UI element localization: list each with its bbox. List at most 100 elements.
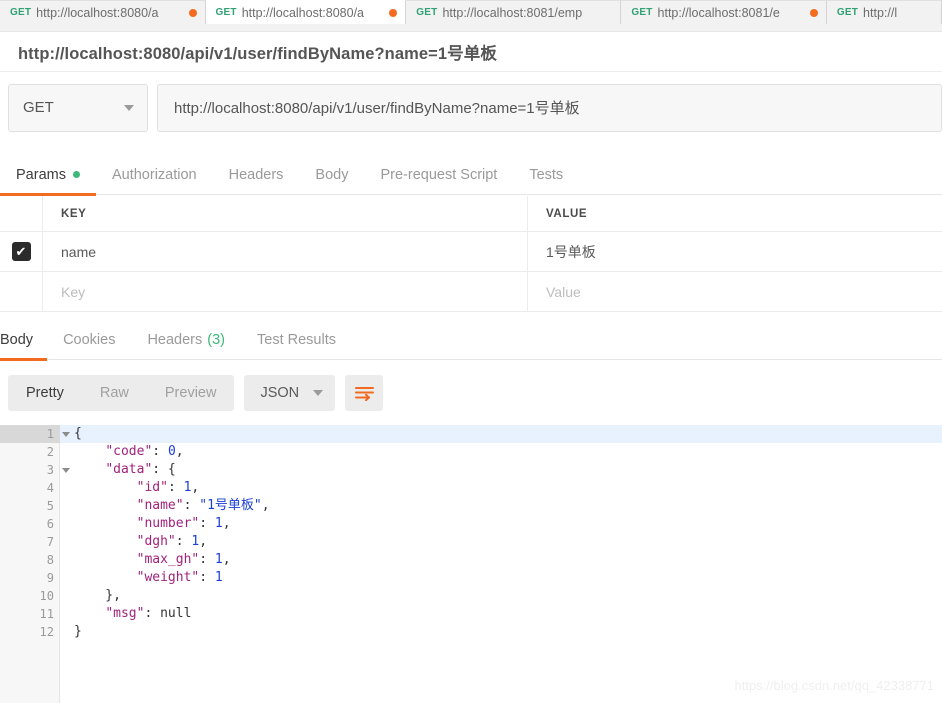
view-mode-pretty[interactable]: Pretty	[8, 375, 82, 411]
code-line-text: },	[60, 587, 121, 605]
code-token: ,	[175, 444, 184, 459]
request-tab-method: GET	[631, 7, 653, 18]
http-method-select[interactable]: GET	[8, 83, 148, 132]
column-header-key: KEY	[43, 196, 528, 231]
response-tab-label: Cookies	[63, 331, 116, 348]
response-tab-test-results[interactable]: Test Results	[241, 320, 352, 360]
code-token: : null	[144, 606, 192, 621]
line-number: 12	[39, 625, 54, 639]
fold-toggle-icon[interactable]	[62, 432, 70, 437]
code-token: "name"	[136, 498, 184, 513]
line-number: 7	[46, 535, 54, 549]
response-format-label: JSON	[260, 385, 300, 401]
code-line: 7 "dgh": 1,	[0, 533, 942, 551]
response-tab-label: Headers	[147, 331, 203, 348]
response-tab-cookies[interactable]: Cookies	[47, 320, 131, 360]
line-number: 3	[0, 461, 70, 479]
watermark: https://blog.csdn.net/qq_42338771	[734, 678, 935, 693]
request-tab-url: http://localhost:8081/emp	[442, 5, 583, 20]
response-tab-headers[interactable]: Headers (3)	[131, 320, 241, 360]
code-line-text: }	[60, 623, 82, 641]
page-title: http://localhost:8080/api/v1/user/findBy…	[18, 44, 497, 63]
tab-label: Body	[315, 166, 349, 183]
line-number: 2	[46, 445, 54, 459]
param-enabled-checkbox[interactable]: ✔	[0, 232, 43, 271]
param-value-input[interactable]: 1号单板	[528, 232, 942, 271]
response-format-select[interactable]: JSON	[244, 375, 336, 411]
code-token: "dgh"	[136, 534, 176, 549]
code-line: 12}	[0, 623, 942, 641]
code-token: "max_gh"	[136, 552, 200, 567]
code-line: 1{	[0, 425, 942, 443]
code-token: }	[74, 624, 82, 639]
code-line: 8 "max_gh": 1,	[0, 551, 942, 569]
response-tab-label: Test Results	[257, 331, 336, 348]
tab-headers[interactable]: Headers	[213, 155, 300, 195]
code-line: 10 },	[0, 587, 942, 605]
request-tab[interactable]: GET http://localhost:8081/emp	[406, 0, 622, 24]
param-value-input[interactable]: Value	[528, 272, 942, 311]
code-token: ,	[222, 552, 231, 567]
param-key-input[interactable]: Key	[43, 272, 528, 311]
request-tab-method: GET	[10, 7, 32, 18]
request-tab[interactable]: GET http://localhost:8080/a	[205, 0, 407, 24]
code-token: ,	[222, 516, 231, 531]
url-input[interactable]: http://localhost:8080/api/v1/user/findBy…	[157, 83, 942, 132]
code-line: 4 "id": 1,	[0, 479, 942, 497]
unsaved-changes-dot-icon	[809, 8, 818, 17]
code-token: "code"	[105, 444, 153, 459]
request-tab[interactable]: GET http://localhost:8080/a	[0, 0, 206, 24]
query-params-table: KEY VALUE ✔ name 1号单板 Key Value	[0, 196, 942, 312]
tab-pre-request-script[interactable]: Pre-request Script	[364, 155, 513, 195]
code-token: 0	[167, 444, 176, 459]
code-token: "weight"	[136, 570, 200, 585]
code-line: 5 "name": "1号单板",	[0, 497, 942, 515]
postman-window: GET http://localhost:8080/a GET http://loca…	[0, 0, 942, 703]
code-token: {	[74, 426, 82, 441]
code-token: },	[74, 588, 121, 603]
view-mode-preview[interactable]: Preview	[147, 375, 235, 411]
word-wrap-button[interactable]	[345, 375, 384, 411]
tab-authorization[interactable]: Authorization	[96, 155, 213, 195]
tab-label: Authorization	[111, 166, 197, 183]
line-number: 1	[0, 425, 70, 443]
tab-params[interactable]: Params	[0, 155, 96, 196]
code-line-text: "max_gh": 1,	[60, 551, 231, 569]
code-token: "msg"	[105, 606, 145, 621]
tab-tests[interactable]: Tests	[513, 155, 579, 195]
tab-bar-underline	[0, 24, 942, 32]
response-section-tabs: Body Cookies Headers (3) Test Results	[0, 320, 942, 361]
request-tab[interactable]: GET http://l	[826, 0, 942, 24]
response-tab-count: (3)	[207, 331, 225, 348]
code-token: "data"	[105, 462, 153, 477]
param-key-input[interactable]: name	[43, 232, 528, 271]
response-tab-body[interactable]: Body	[0, 320, 48, 361]
request-tab[interactable]: GET http://localhost:8081/e	[621, 0, 827, 24]
line-number: 9	[46, 571, 54, 585]
tab-body[interactable]: Body	[299, 155, 364, 195]
url-bar: GET http://localhost:8080/api/v1/user/fi…	[0, 80, 942, 135]
code-token: ,	[191, 480, 200, 495]
view-mode-raw[interactable]: Raw	[82, 375, 147, 411]
param-enabled-checkbox[interactable]	[0, 272, 43, 311]
request-tab-url: http://l	[863, 5, 898, 20]
fold-toggle-icon[interactable]	[62, 468, 70, 473]
request-tab-url: http://localhost:8081/e	[657, 5, 780, 20]
response-body-viewer[interactable]: 1{ 2 "code": 0, 3 "data": {4 "id": 1, 5 "na…	[0, 425, 942, 703]
code-token: :	[199, 570, 215, 585]
unsaved-changes-dot-icon	[188, 8, 197, 17]
code-line: 6 "number": 1,	[0, 515, 942, 533]
request-tab-method: GET	[836, 7, 859, 18]
code-line-text: "id": 1,	[60, 479, 200, 497]
chevron-down-icon	[124, 104, 134, 111]
code-token: :	[183, 498, 200, 513]
code-token: 1	[214, 552, 223, 567]
request-tab-method: GET	[215, 7, 237, 18]
tab-label: Headers	[228, 166, 284, 183]
tab-label: Tests	[529, 166, 564, 183]
line-number: 11	[39, 607, 54, 621]
